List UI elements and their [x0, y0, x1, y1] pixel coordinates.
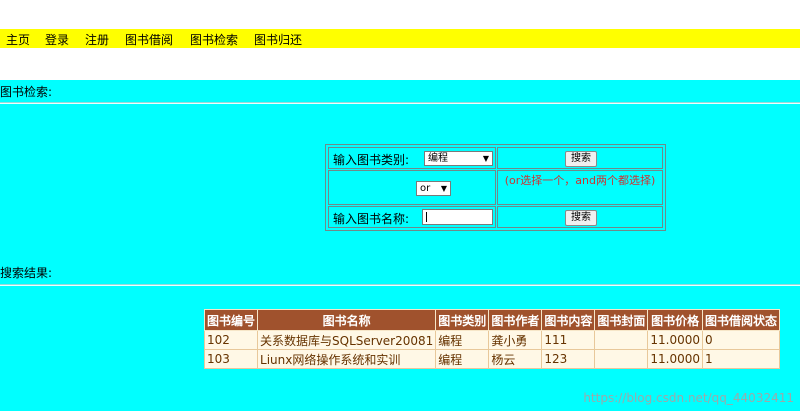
operator-select-value: or	[420, 183, 431, 194]
category-select-value: 编程	[428, 153, 448, 164]
table-cell: 11.0000	[647, 330, 703, 350]
nav-link-search[interactable]: 图书检索	[190, 31, 238, 48]
name-search-cell: 搜索	[497, 206, 663, 228]
table-cell: 0	[701, 330, 781, 350]
category-cell: 输入图书类别: 编程 ▼	[328, 147, 496, 169]
table-cell	[594, 330, 649, 350]
category-select[interactable]: 编程 ▼	[424, 151, 493, 166]
nav-bar: 主页 登录 注册 图书借阅 图书检索 图书归还	[0, 29, 800, 48]
divider	[0, 284, 800, 286]
table-cell: Liunx网络操作系统和实训	[257, 349, 437, 369]
nav-link-home[interactable]: 主页	[6, 31, 30, 48]
category-search-button[interactable]: 搜索	[565, 151, 597, 167]
results-section-title: 搜索结果:	[0, 266, 53, 280]
note-cell: (or选择一个，and两个都选择)	[497, 170, 663, 205]
table-cell: 编程	[435, 349, 490, 369]
table-cell: 111	[541, 330, 596, 350]
column-header: 图书内容	[541, 309, 596, 331]
book-name-input[interactable]	[422, 209, 493, 225]
search-section-title: 图书检索:	[0, 85, 53, 99]
divider	[0, 102, 800, 104]
search-form-table: 输入图书类别: 编程 ▼ 搜索 or ▼ (or选择一个，and两个都选择) 输…	[325, 144, 666, 231]
table-cell: 123	[541, 349, 596, 369]
column-header: 图书借阅状态	[701, 309, 781, 331]
category-label: 输入图书类别:	[333, 153, 410, 167]
operator-select[interactable]: or ▼	[416, 181, 451, 196]
table-row: 103 Liunx网络操作系统和实训 编程 杨云 123 11.0000 1	[203, 349, 781, 369]
nav-link-return[interactable]: 图书归还	[254, 31, 302, 48]
table-cell: 103	[203, 349, 259, 369]
results-header-row: 图书编号 图书名称 图书类别 图书作者 图书内容 图书封面 图书价格 图书借阅状…	[203, 309, 781, 331]
table-cell: 编程	[435, 330, 490, 350]
column-header: 图书编号	[203, 309, 259, 331]
table-cell: 102	[203, 330, 259, 350]
operator-note: (or选择一个，and两个都选择)	[504, 174, 656, 187]
column-header: 图书封面	[594, 309, 649, 331]
operator-cell: or ▼	[328, 170, 496, 205]
name-cell: 输入图书名称:	[328, 206, 496, 228]
table-cell: 11.0000	[647, 349, 703, 369]
dropdown-arrow-icon: ▼	[440, 184, 447, 193]
table-cell: 杨云	[488, 349, 543, 369]
column-header: 图书作者	[488, 309, 543, 331]
dropdown-arrow-icon: ▼	[482, 154, 489, 163]
nav-link-login[interactable]: 登录	[45, 31, 69, 48]
results-table: 图书编号 图书名称 图书类别 图书作者 图书内容 图书封面 图书价格 图书借阅状…	[203, 309, 781, 369]
table-cell: 关系数据库与SQLServer20081	[257, 330, 437, 350]
column-header: 图书类别	[435, 309, 490, 331]
table-cell: 龚小勇	[488, 330, 543, 350]
table-cell	[594, 349, 649, 369]
name-label: 输入图书名称:	[333, 212, 410, 226]
category-search-cell: 搜索	[497, 147, 663, 169]
name-search-button[interactable]: 搜索	[565, 210, 597, 226]
watermark: https://blog.csdn.net/qq_44032411	[583, 391, 794, 405]
text-caret	[426, 212, 427, 222]
nav-link-register[interactable]: 注册	[85, 31, 109, 48]
table-cell: 1	[701, 349, 781, 369]
nav-link-borrow[interactable]: 图书借阅	[125, 31, 173, 48]
table-row: 102 关系数据库与SQLServer20081 编程 龚小勇 111 11.0…	[203, 330, 781, 350]
column-header: 图书价格	[647, 309, 703, 331]
column-header: 图书名称	[257, 309, 437, 331]
